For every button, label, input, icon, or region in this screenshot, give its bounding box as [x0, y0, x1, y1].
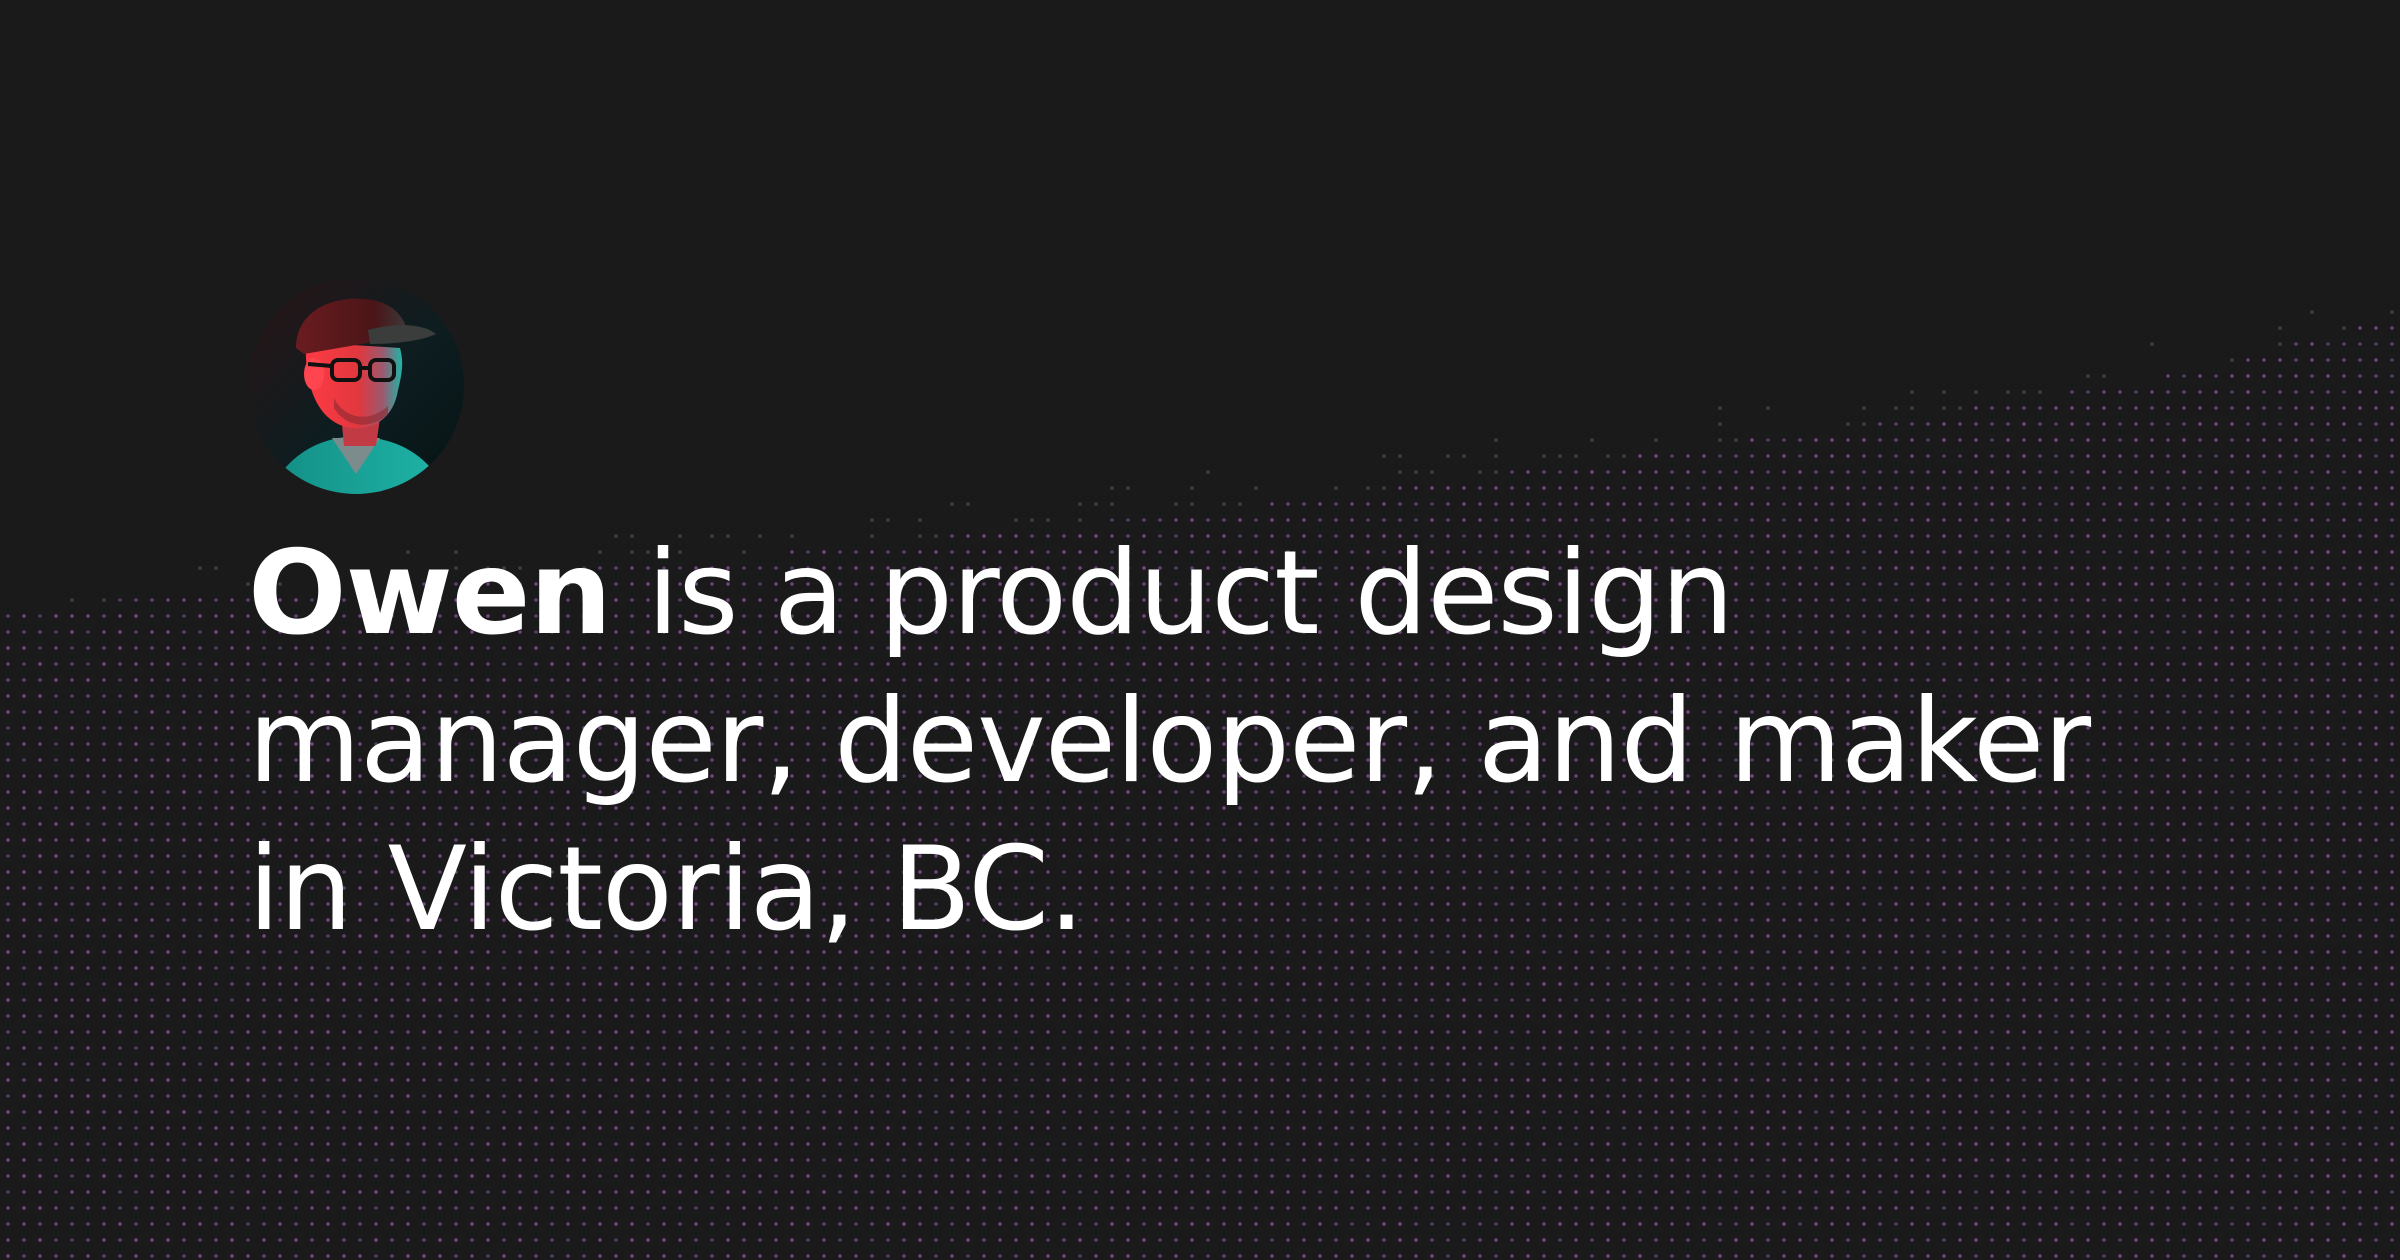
share-card: Owen is a product design manager, develop… [0, 0, 2400, 1260]
name-text: Owen [248, 526, 612, 661]
headline-line-1-rest: is a product design [611, 526, 1734, 661]
avatar [248, 278, 464, 494]
intro-headline: Owen is a product design manager, develop… [248, 520, 2148, 964]
headline-line-3: in Victoria, BC. [248, 822, 1085, 957]
headline-line-2: manager, developer, and maker [248, 674, 2091, 809]
person-portrait-icon [248, 278, 464, 494]
